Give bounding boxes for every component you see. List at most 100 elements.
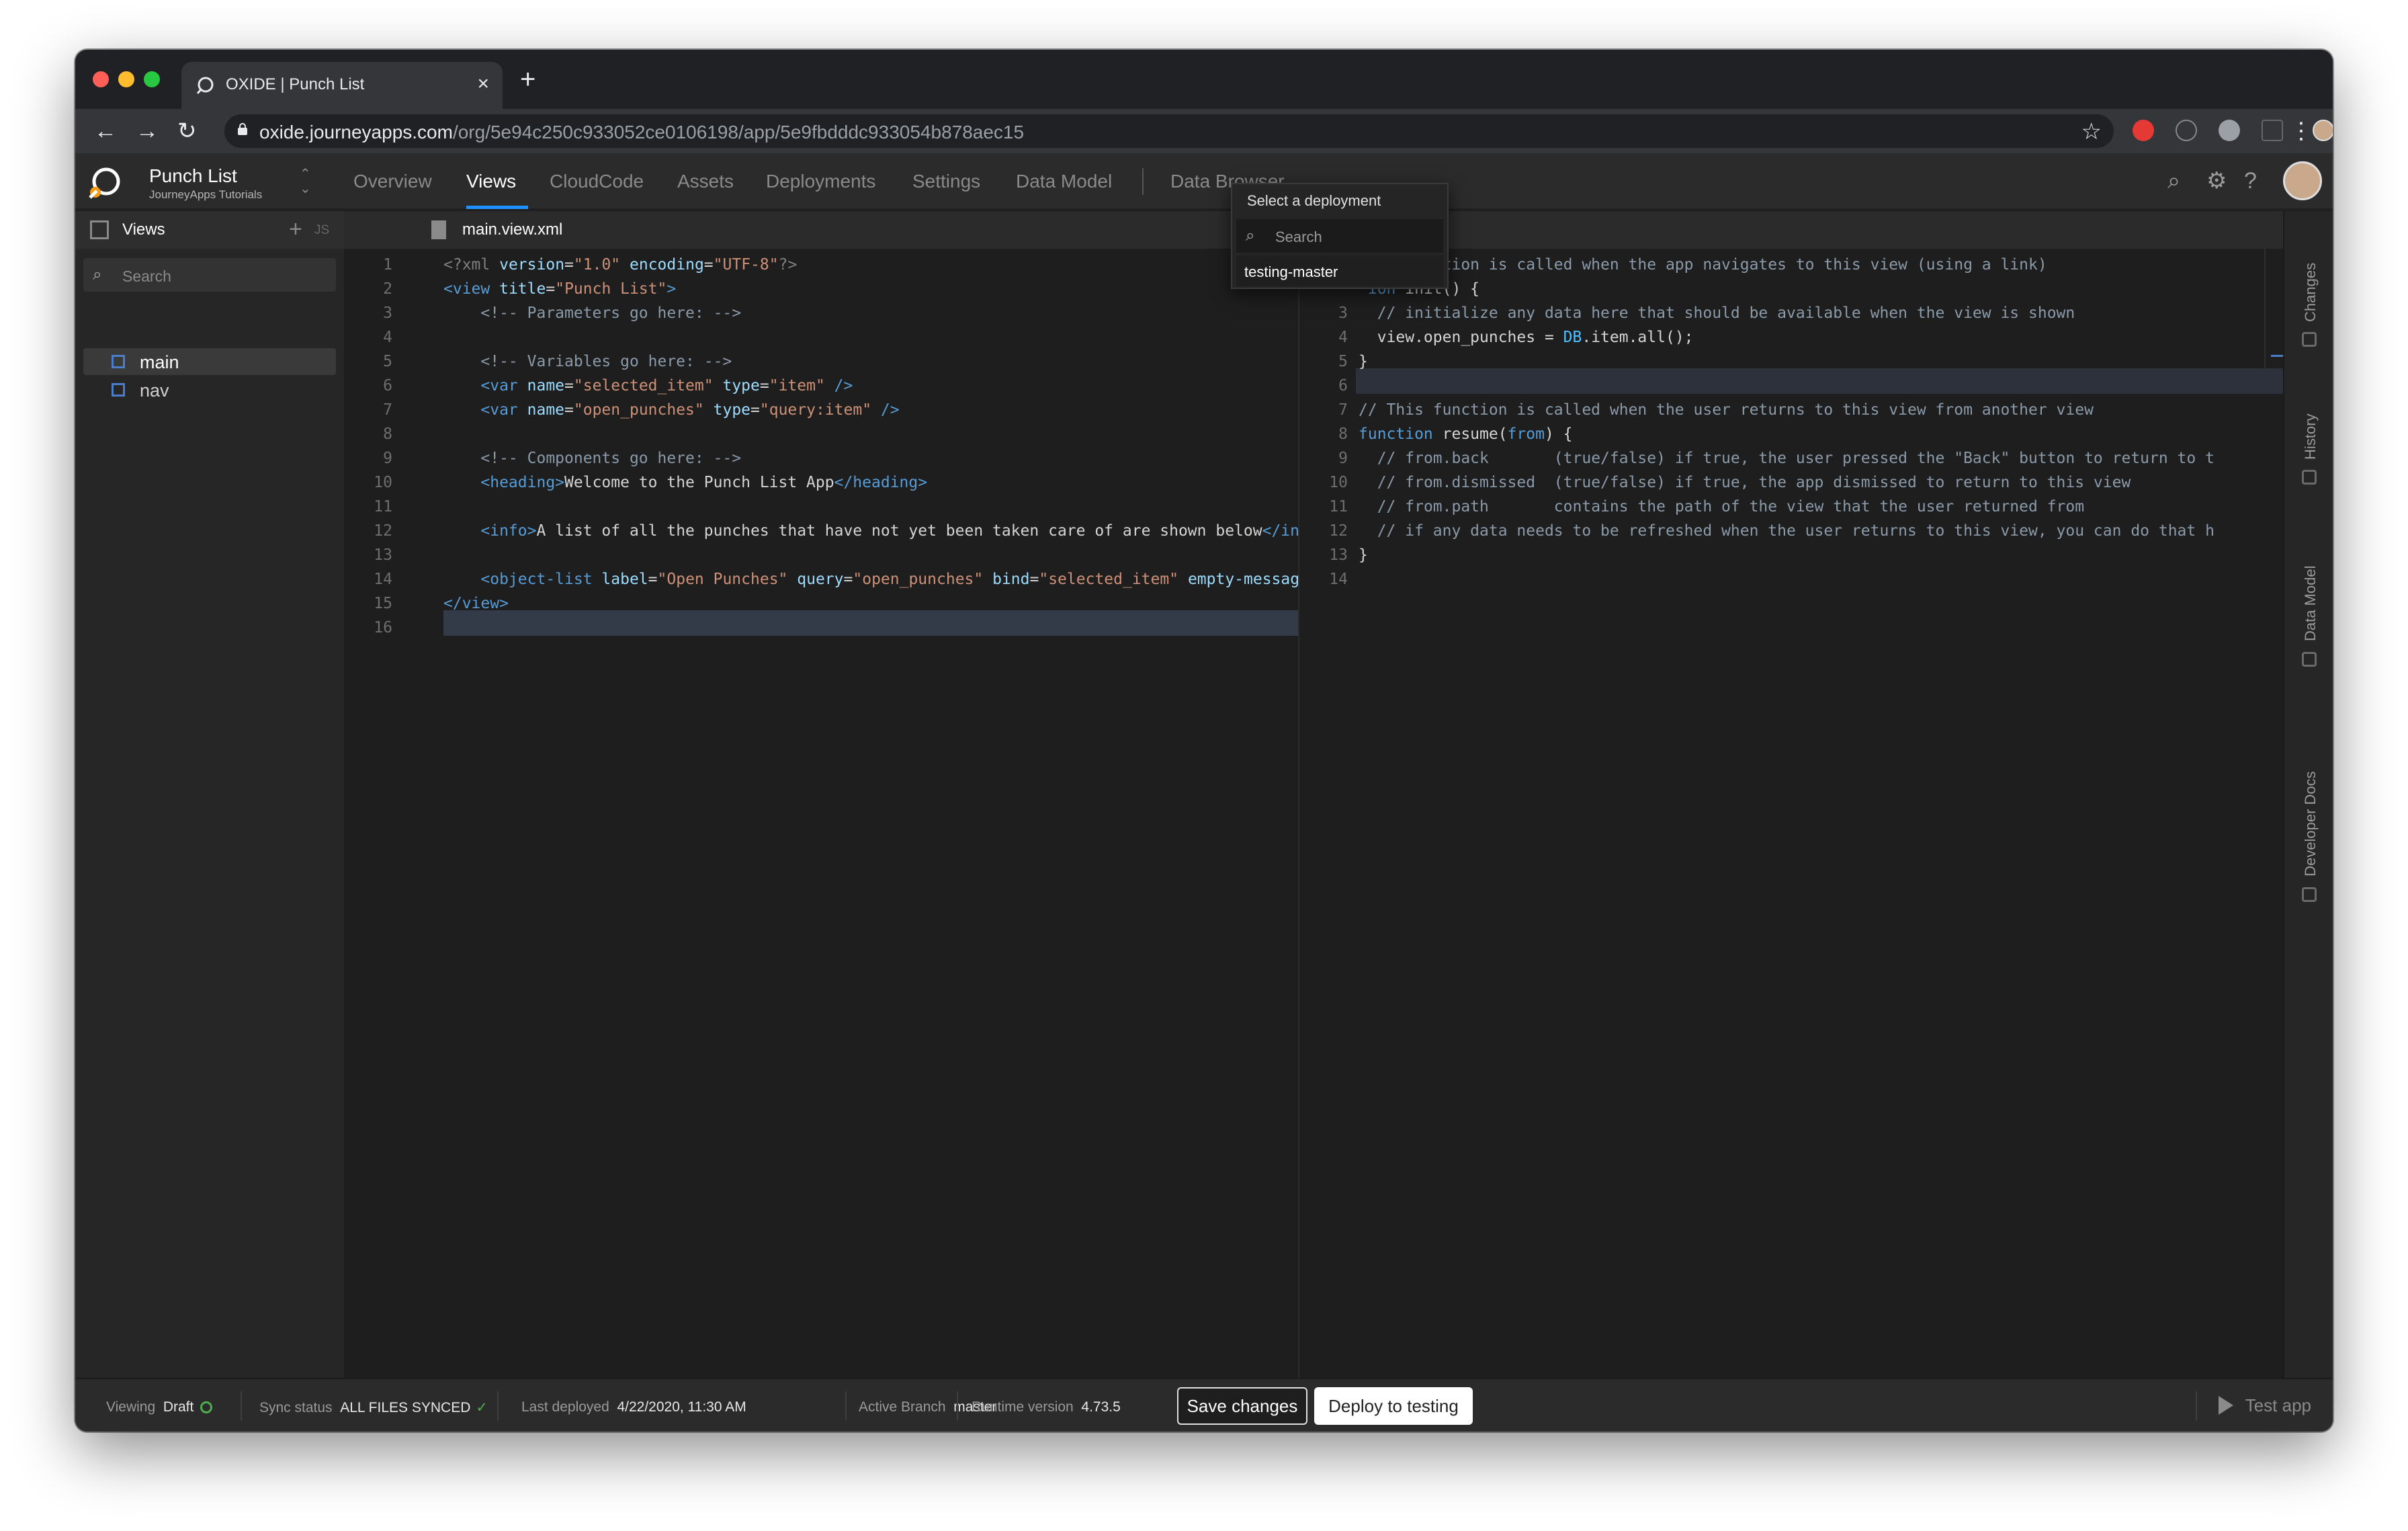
- code-line[interactable]: 2 <view title="Punch List">: [344, 277, 1298, 301]
- code-line[interactable]: 4: [344, 325, 1298, 349]
- code-line[interactable]: 16: [344, 616, 1298, 640]
- code-line[interactable]: 11: [344, 495, 1298, 519]
- code-line[interactable]: 14 <object-list label="Open Punches" que…: [344, 567, 1298, 591]
- bookmark-star-icon[interactable]: ☆: [2081, 118, 2102, 145]
- deployment-option[interactable]: testing-master: [1236, 255, 1443, 286]
- extension-grid-icon[interactable]: [2262, 120, 2283, 141]
- user-avatar[interactable]: [2283, 161, 2322, 200]
- status-divider: [845, 1391, 847, 1421]
- minimize-window-button[interactable]: [118, 71, 134, 87]
- rail-developer-docs[interactable]: Developer Docs: [2284, 695, 2333, 903]
- line-number: 1: [383, 256, 392, 274]
- code-text: // if any data needs to be refreshed whe…: [1377, 522, 2214, 540]
- address-bar[interactable]: oxide.journeyapps.com/org/5e94c250c93305…: [224, 114, 2114, 148]
- deployment-search-input[interactable]: ⌕ Search: [1236, 219, 1443, 253]
- code-line[interactable]: 6 <var name="selected_item" type="item" …: [344, 374, 1298, 398]
- code-text: <?xml version="1.0" encoding="UTF-8"?>: [443, 256, 798, 274]
- extension-info-icon[interactable]: [2176, 120, 2197, 141]
- code-line[interactable]: 15 </view>: [344, 591, 1298, 616]
- code-line[interactable]: 10 // from.dismissed (true/false) if tru…: [1299, 470, 2283, 495]
- tab-assets[interactable]: Assets: [677, 171, 734, 192]
- help-icon[interactable]: ?: [2244, 168, 2257, 194]
- code-text: // initialize any data here that should …: [1377, 304, 2075, 322]
- tab-cloudcode[interactable]: CloudCode: [550, 171, 644, 192]
- sidebar-item-main[interactable]: main: [83, 348, 336, 375]
- browser-tab[interactable]: OXIDE | Punch List ×: [181, 62, 503, 109]
- code-line[interactable]: 3 // initialize any data here that shoul…: [1299, 301, 2283, 325]
- js-editor[interactable]: is function is called when the app navig…: [1299, 249, 2283, 1378]
- tab-overview[interactable]: Overview: [353, 171, 432, 192]
- code-line[interactable]: 14: [1299, 567, 2283, 591]
- js-toggle[interactable]: JS: [314, 223, 329, 238]
- code-line[interactable]: 5}: [1299, 349, 2283, 374]
- back-icon[interactable]: ←: [94, 118, 117, 144]
- rail-data-model[interactable]: Data Model: [2284, 520, 2333, 668]
- line-number: 13: [374, 546, 392, 564]
- code-line[interactable]: 10 <heading>Welcome to the Punch List Ap…: [344, 470, 1298, 495]
- new-tab-button[interactable]: +: [520, 65, 535, 94]
- code-line[interactable]: 5 <!-- Variables go here: -->: [344, 349, 1298, 374]
- add-view-button[interactable]: +: [289, 216, 302, 242]
- gear-icon[interactable]: ⚙: [2206, 168, 2227, 194]
- project-switcher-chevron-icon[interactable]: ⌃ ⌄: [300, 167, 311, 196]
- line-number: 7: [383, 401, 392, 419]
- code-line[interactable]: 8 function resume(from) {: [1299, 422, 2283, 446]
- tab-settings[interactable]: Settings: [912, 171, 980, 192]
- app-header: Punch List JourneyApps Tutorials ⌃ ⌄ Over…: [75, 153, 2333, 210]
- code-line[interactable]: 12 <info>A list of all the punches that …: [344, 519, 1298, 543]
- line-number: 15: [374, 595, 392, 612]
- close-tab-icon[interactable]: ×: [477, 73, 489, 95]
- search-icon: ⌕: [93, 265, 102, 284]
- extension-adblock-icon[interactable]: [2133, 120, 2154, 141]
- code-line[interactable]: 13: [344, 543, 1298, 567]
- code-line[interactable]: 7 <var name="open_punches" type="query:i…: [344, 398, 1298, 422]
- deploy-to-testing-button[interactable]: Deploy to testing: [1314, 1387, 1473, 1425]
- extension-settings-icon[interactable]: [2219, 120, 2240, 141]
- reload-icon[interactable]: ↻: [177, 118, 197, 144]
- save-changes-button[interactable]: Save changes: [1177, 1387, 1307, 1425]
- tab-data-model[interactable]: Data Model: [1016, 171, 1112, 192]
- sidebar-header: Views + JS: [75, 211, 344, 249]
- browser-menu-icon[interactable]: ⋮: [2290, 118, 2313, 144]
- code-line[interactable]: 9 <!-- Components go here: -->: [344, 446, 1298, 470]
- code-line[interactable]: 12 // if any data needs to be refreshed …: [1299, 519, 2283, 543]
- sidebar-item-label: main: [140, 352, 179, 372]
- code-text: <var name="selected_item" type="item" />: [480, 377, 853, 395]
- code-line[interactable]: 13}: [1299, 543, 2283, 567]
- xml-editor[interactable]: 1 <?xml version="1.0" encoding="UTF-8"?> 2…: [344, 249, 1298, 1378]
- code-text: </view>: [443, 595, 509, 612]
- code-line[interactable]: 9 // from.back (true/false) if true, the…: [1299, 446, 2283, 470]
- data-model-icon: [2302, 652, 2317, 667]
- sidebar-item-nav[interactable]: nav: [83, 376, 336, 403]
- status-divider: [497, 1391, 499, 1421]
- search-icon[interactable]: ⌕: [2167, 168, 2180, 194]
- views-search-input[interactable]: ⌕ Search: [83, 258, 336, 292]
- code-line[interactable]: 1 <?xml version="1.0" encoding="UTF-8"?>: [344, 253, 1298, 277]
- tab-deployments[interactable]: Deployments: [766, 171, 875, 192]
- deployment-option-label: testing-master: [1244, 263, 1338, 280]
- profile-avatar[interactable]: [2313, 120, 2333, 141]
- code-line[interactable]: 7 // This function is called when the use…: [1299, 398, 2283, 422]
- code-line[interactable]: 3 <!-- Parameters go here: -->: [344, 301, 1298, 325]
- rail-history[interactable]: History: [2284, 372, 2333, 493]
- lock-icon: [238, 123, 247, 135]
- code-line[interactable]: 11 // from.path contains the path of the…: [1299, 495, 2283, 519]
- open-file-name[interactable]: main.view.xml: [462, 220, 562, 239]
- rail-data-model-label: Data Model: [2302, 565, 2319, 641]
- rail-changes[interactable]: Changes: [2284, 231, 2333, 352]
- status-bar: Viewing Draft Sync status ALL FILES SYNC…: [75, 1378, 2333, 1432]
- changes-icon: [2302, 332, 2317, 347]
- code-line[interactable]: 6: [1299, 374, 2283, 398]
- forward-icon[interactable]: →: [136, 118, 159, 144]
- line-number: 11: [374, 498, 392, 515]
- status-divider: [957, 1391, 958, 1421]
- project-name[interactable]: Punch List: [149, 165, 237, 187]
- code-line[interactable]: 4 view.open_punches = DB.item.all();: [1299, 325, 2283, 349]
- search-icon: ⌕: [1246, 226, 1255, 245]
- close-window-button[interactable]: [93, 71, 109, 87]
- file-icon: [431, 220, 446, 239]
- code-line[interactable]: 8: [344, 422, 1298, 446]
- tab-views[interactable]: Views: [466, 171, 516, 192]
- test-app-button[interactable]: Test app: [2218, 1395, 2311, 1416]
- maximize-window-button[interactable]: [144, 71, 160, 87]
